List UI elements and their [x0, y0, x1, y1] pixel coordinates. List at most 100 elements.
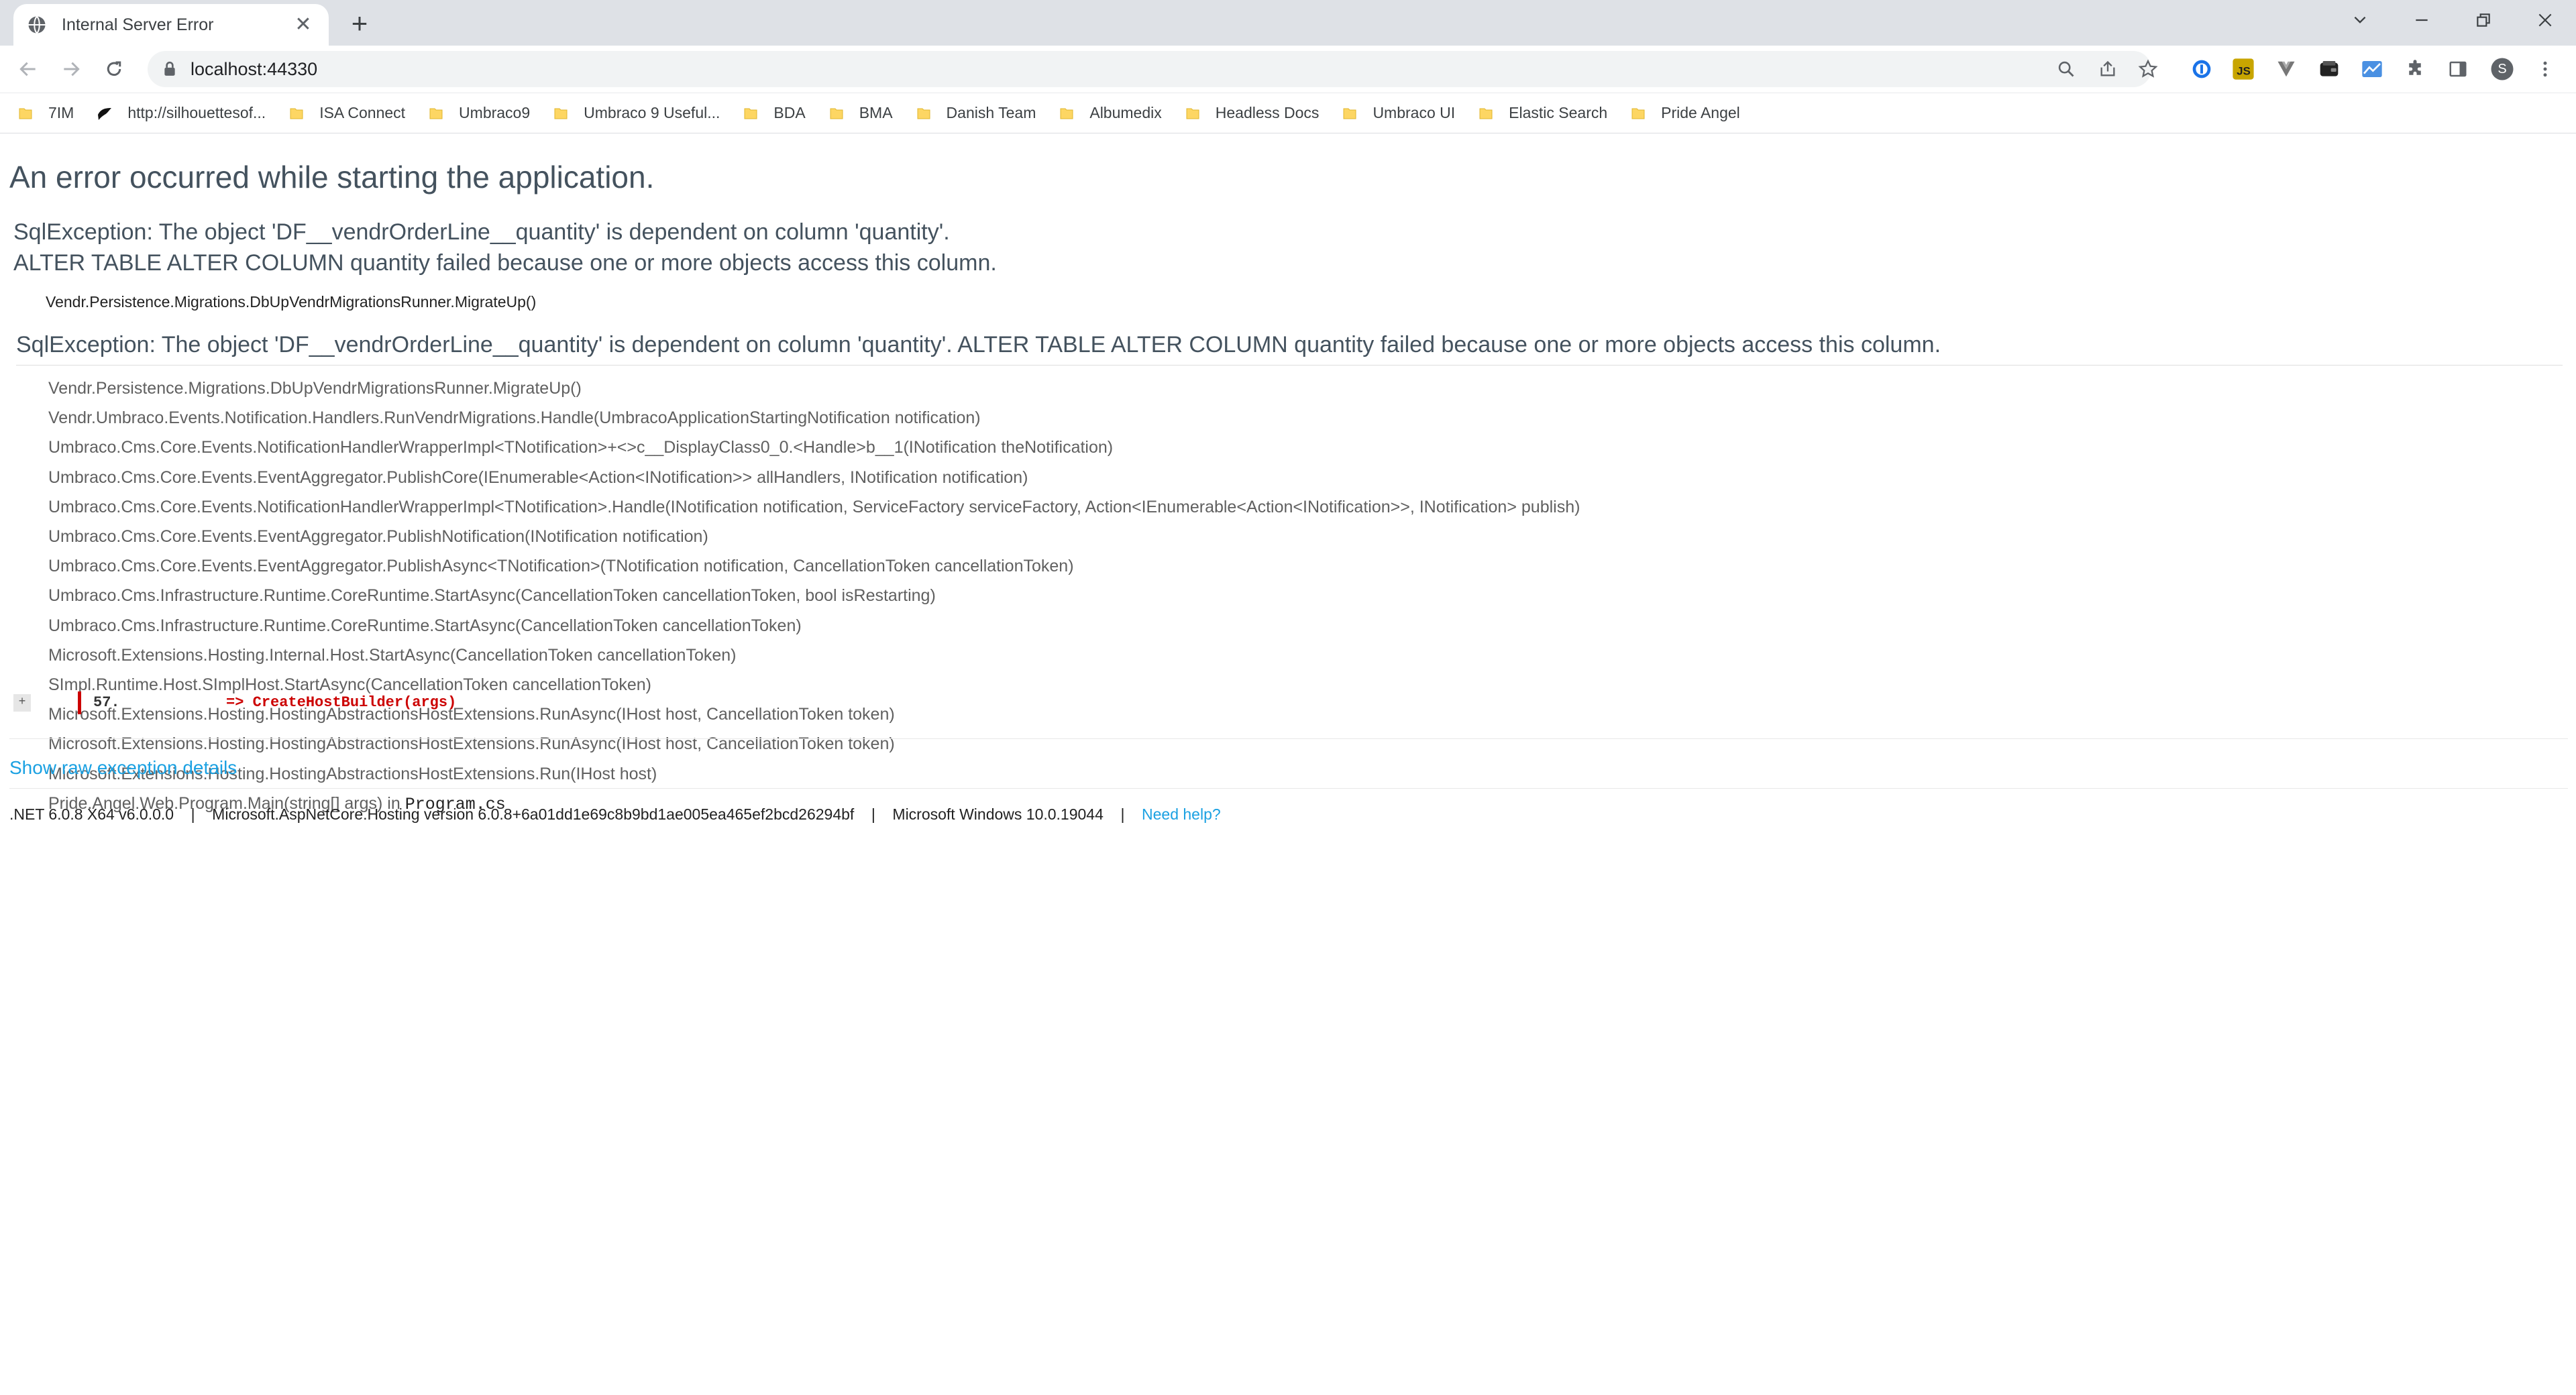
arrow-right-icon: [64, 62, 80, 76]
tab-internal-server-error[interactable]: Internal Server Error ✕: [13, 4, 329, 46]
footer-separator: |: [1120, 805, 1125, 823]
address-bar[interactable]: localhost:44330: [148, 51, 2151, 87]
bookmark-item[interactable]: Danish Team: [916, 104, 1036, 122]
bookmark-label: BMA: [859, 104, 893, 121]
chart-extension-icon[interactable]: [2360, 57, 2384, 81]
bookmark-item[interactable]: Headless Docs: [1185, 104, 1319, 122]
bookmark-label: BDA: [773, 104, 806, 121]
stack-frame: Umbraco.Cms.Core.Events.NotificationHand…: [48, 498, 1580, 516]
zoom-icon[interactable]: [2055, 58, 2077, 80]
stack-frame: Vendr.Persistence.Migrations.DbUpVendrMi…: [48, 379, 582, 398]
close-window-icon[interactable]: [2514, 0, 2576, 40]
show-raw-exception-link[interactable]: Show raw exception details: [9, 757, 237, 779]
folder-icon: [1060, 108, 1073, 119]
stack-frame: Microsoft.Extensions.Hosting.HostingAbst…: [48, 734, 895, 753]
folder-icon: [554, 108, 568, 119]
bookmark-label: ISA Connect: [319, 104, 406, 121]
restore-icon[interactable]: [2453, 0, 2514, 40]
bookmarks-bar: 7IM http://silhouettesof... ISA Connect Umb…: [0, 93, 2576, 133]
bookmark-item[interactable]: Umbraco9: [428, 104, 530, 122]
exception-title: SqlException: The object 'DF__vendrOrder…: [16, 332, 2563, 366]
source-code-row: + 57. => CreateHostBuilder(args): [9, 691, 2568, 714]
bookmark-item[interactable]: Umbraco UI: [1342, 104, 1455, 122]
share-icon[interactable]: [2097, 58, 2118, 80]
lock-icon[interactable]: [162, 61, 177, 77]
stack-frame: Vendr.Umbraco.Events.Notification.Handle…: [48, 408, 981, 427]
footer-separator: |: [871, 805, 875, 823]
bookmark-item[interactable]: 7IM: [17, 104, 74, 122]
bookmark-label: Albumedix: [1089, 104, 1162, 121]
bookmark-label: 7IM: [48, 104, 74, 121]
tab-search-icon[interactable]: [2329, 0, 2391, 40]
bookmark-label: Elastic Search: [1509, 104, 1608, 121]
bookmark-item[interactable]: Pride Angel: [1630, 104, 1740, 122]
bookmark-label: Umbraco9: [459, 104, 531, 121]
bird-icon: [98, 107, 112, 120]
stack-frame: Umbraco.Cms.Core.Events.NotificationHand…: [48, 438, 1114, 457]
reload-icon: [107, 61, 121, 76]
side-panel-icon[interactable]: [2446, 57, 2470, 81]
url-text[interactable]: localhost:44330: [191, 51, 317, 87]
avatar-initial: S: [2498, 62, 2507, 76]
page-title: An error occurred while starting the app…: [9, 160, 655, 194]
bookmark-item[interactable]: Albumedix: [1059, 104, 1162, 122]
bookmark-item[interactable]: BDA: [743, 104, 806, 122]
menu-kebab-icon[interactable]: [2533, 57, 2557, 81]
folder-icon: [290, 108, 303, 119]
folder-icon: [1631, 108, 1645, 119]
folder-icon: [19, 108, 32, 119]
folder-icon: [744, 108, 757, 119]
svg-text:JS: JS: [2237, 65, 2251, 78]
bookmark-item[interactable]: BMA: [828, 104, 893, 122]
tab-strip: Internal Server Error ✕ +: [0, 0, 2576, 46]
stack-frame: Umbraco.Cms.Core.Events.EventAggregator.…: [48, 468, 1028, 487]
folder-icon: [429, 108, 443, 119]
folder-icon: [830, 108, 843, 119]
wallet-extension-icon[interactable]: [2317, 57, 2341, 81]
error-message-line-1: SqlException: The object 'DF__vendrOrder…: [13, 219, 950, 245]
new-tab-button[interactable]: +: [343, 8, 376, 40]
puzzle-extensions-icon[interactable]: [2403, 57, 2427, 81]
bookmark-label: Umbraco UI: [1373, 104, 1456, 121]
os-version: Microsoft Windows 10.0.19044: [892, 805, 1104, 823]
stack-frame: Umbraco.Cms.Core.Events.EventAggregator.…: [48, 557, 1074, 575]
bookmark-item[interactable]: Elastic Search: [1478, 104, 1607, 122]
password-manager-extension-icon[interactable]: [2190, 57, 2214, 81]
bookmark-item[interactable]: Umbraco 9 Useful...: [553, 104, 720, 122]
folder-icon: [1343, 108, 1356, 119]
divider: [9, 738, 2568, 739]
bookmark-label: http://silhouettesof...: [127, 104, 266, 121]
forward-button[interactable]: [55, 53, 87, 85]
bookmark-label: Danish Team: [946, 104, 1036, 121]
arrow-left-icon: [19, 62, 36, 76]
source-code-line: 57. => CreateHostBuilder(args): [78, 691, 456, 714]
source-code: => CreateHostBuilder(args): [119, 694, 457, 711]
need-help-link[interactable]: Need help?: [1142, 805, 1221, 823]
js-extension-icon[interactable]: JS: [2231, 57, 2255, 81]
line-number: 57.: [93, 694, 120, 711]
bookmark-star-icon[interactable]: [2137, 58, 2159, 80]
back-button[interactable]: [12, 53, 44, 85]
folder-icon: [1186, 108, 1199, 119]
tab-title: Internal Server Error: [62, 15, 214, 34]
folder-icon: [1479, 108, 1493, 119]
footer-separator: |: [191, 805, 195, 823]
bookmark-label: Umbraco 9 Useful...: [584, 104, 720, 121]
stack-frame: Umbraco.Cms.Infrastructure.Runtime.CoreR…: [48, 616, 802, 635]
expand-source-button[interactable]: +: [13, 694, 31, 712]
bookmark-item[interactable]: ISA Connect: [288, 104, 405, 122]
bookmark-item[interactable]: http://silhouettesof...: [97, 104, 266, 122]
tab-close-icon[interactable]: ✕: [291, 13, 315, 37]
avatar[interactable]: S: [2490, 57, 2514, 81]
browser-toolbar: localhost:44330 JS S: [0, 46, 2576, 93]
divider: [9, 788, 2568, 789]
runtime-version: .NET 6.0.8 X64 v6.0.0.0: [9, 805, 174, 823]
hosting-version: Microsoft.AspNetCore.Hosting version 6.0…: [212, 805, 855, 823]
vue-extension-icon[interactable]: [2274, 57, 2298, 81]
reload-button[interactable]: [98, 53, 130, 85]
folder-icon: [917, 108, 930, 119]
footer: .NET 6.0.8 X64 v6.0.0.0 | Microsoft.AspN…: [9, 805, 1221, 824]
bookmark-label: Pride Angel: [1661, 104, 1740, 121]
minimize-icon[interactable]: [2391, 0, 2453, 40]
stack-frame: Umbraco.Cms.Core.Events.EventAggregator.…: [48, 527, 708, 546]
